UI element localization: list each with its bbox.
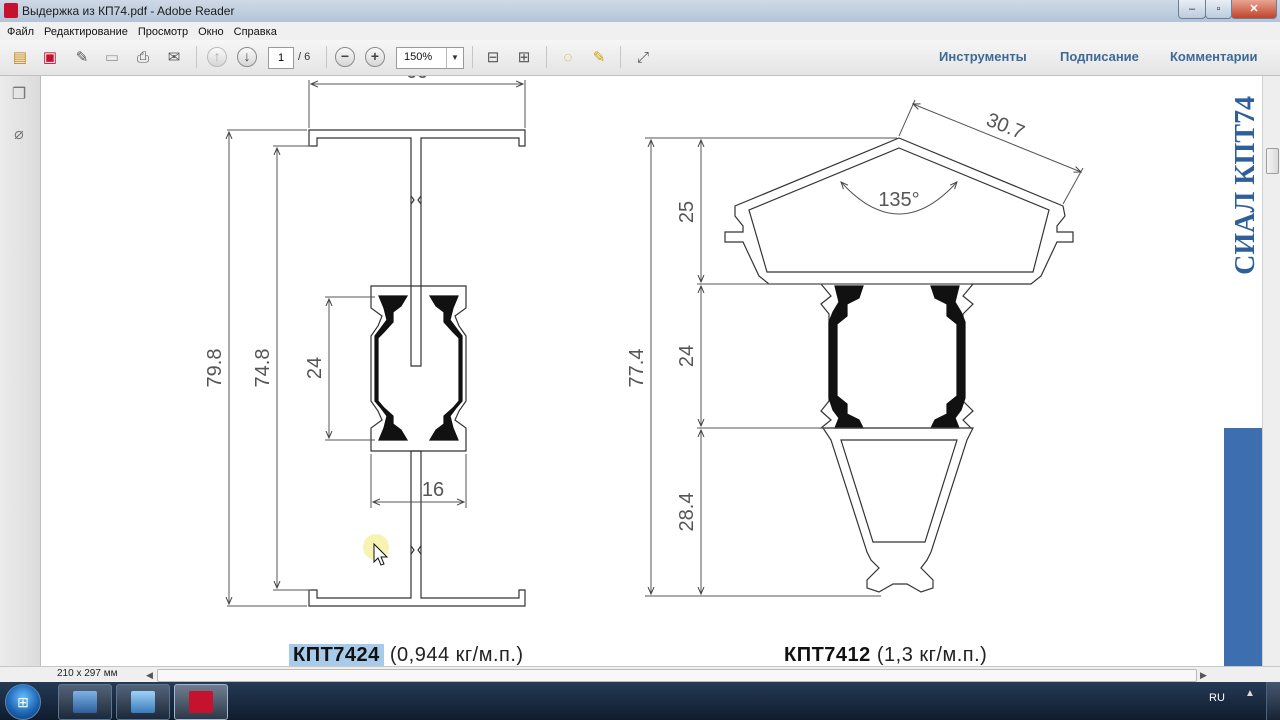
scroll-right-icon[interactable]: ▶ xyxy=(1200,667,1207,683)
show-desktop-button[interactable] xyxy=(1266,682,1280,720)
menu-window[interactable]: Окно xyxy=(193,23,229,41)
taskbar-app-adobe-reader[interactable] xyxy=(174,684,228,720)
attachments-icon[interactable]: ⌀ xyxy=(9,124,29,144)
profile-code: КПТ7412 xyxy=(784,644,871,666)
toolbar-separator xyxy=(472,46,473,68)
navigation-pane: ❐ ⌀ xyxy=(0,76,41,666)
document-viewport[interactable]: 79.8 74.8 24 16 60 77.4 25 24 28.4 30.7 … xyxy=(41,76,1262,666)
fit-page-icon[interactable]: ⊟ xyxy=(482,46,504,68)
pdf-page: 79.8 74.8 24 16 60 77.4 25 24 28.4 30.7 … xyxy=(41,76,1224,666)
edit-icon[interactable]: ✎ xyxy=(71,46,93,68)
highlight-icon[interactable]: ✎ xyxy=(588,46,610,68)
open-icon[interactable]: ▣ xyxy=(39,46,61,68)
toolbar-separator xyxy=(620,46,621,68)
menu-edit[interactable]: Редактирование xyxy=(39,23,133,41)
taskbar: ⊞ xyxy=(0,682,1280,720)
dim-135-deg: 135° xyxy=(878,189,919,211)
scroll-thumb[interactable] xyxy=(1266,148,1279,174)
title-bar: Выдержка из КП74.pdf - Adobe Reader – ▫ … xyxy=(0,0,1280,22)
dim-74-8: 74.8 xyxy=(252,349,274,388)
dim-28-4: 28.4 xyxy=(676,493,698,532)
page-size: 210 x 297 мм xyxy=(57,668,118,679)
fullscreen-icon[interactable]: ⤢ xyxy=(632,46,654,68)
close-button[interactable]: ✕ xyxy=(1231,0,1277,19)
fit-width-icon[interactable]: ⊞ xyxy=(513,46,535,68)
zoom-value: 150% xyxy=(404,51,433,63)
menu-view[interactable]: Просмотр xyxy=(133,23,193,41)
zoom-select[interactable]: 150% ▼ xyxy=(396,47,464,69)
profile-weight: (1,3 кг/м.п.) xyxy=(876,644,988,666)
save-icon[interactable]: ▭ xyxy=(101,46,123,68)
dim-24-right: 24 xyxy=(676,345,698,367)
toolbar-separator xyxy=(326,46,327,68)
scroll-left-icon[interactable]: ◀ xyxy=(146,667,153,683)
language-indicator[interactable]: RU xyxy=(1209,692,1225,704)
comment-icon[interactable]: ◌ xyxy=(557,46,579,68)
chevron-down-icon[interactable]: ▼ xyxy=(446,48,463,68)
dim-24-left: 24 xyxy=(304,357,326,379)
dim-25: 25 xyxy=(676,201,698,223)
toolbar-separator xyxy=(546,46,547,68)
menu-help[interactable]: Справка xyxy=(229,23,282,41)
caption-kpt7412: КПТ7412 (1,3 кг/м.п.) xyxy=(784,644,987,666)
page-side-strip: СИАЛ КПТ74 xyxy=(1224,76,1262,666)
next-page-icon[interactable]: ↓ xyxy=(236,46,258,68)
dim-79-8: 79.8 xyxy=(204,349,226,388)
minimize-button[interactable]: – xyxy=(1178,0,1206,19)
prev-page-icon[interactable]: ↑ xyxy=(206,46,228,68)
window-title: Выдержка из КП74.pdf - Adobe Reader xyxy=(22,4,235,18)
network-app-icon xyxy=(73,691,97,713)
page-total: / 6 xyxy=(298,51,311,63)
taskbar-app-screen[interactable] xyxy=(116,684,170,720)
email-icon[interactable]: ✉ xyxy=(163,46,185,68)
profile-code-selected[interactable]: КПТ7424 xyxy=(289,644,384,666)
maximize-button[interactable]: ▫ xyxy=(1205,0,1232,19)
screen-app-icon xyxy=(131,691,155,713)
vertical-scrollbar[interactable] xyxy=(1262,76,1280,666)
dim-60: 60 xyxy=(406,76,428,83)
menu-file[interactable]: Файл xyxy=(2,23,39,41)
dim-16: 16 xyxy=(422,479,444,501)
status-bar: 210 x 297 мм ◀ ▶ xyxy=(0,666,1280,683)
tray-expand-icon[interactable]: ▲ xyxy=(1245,688,1255,699)
dim-77-4: 77.4 xyxy=(626,349,648,388)
horizontal-scrollbar[interactable] xyxy=(157,669,1197,682)
create-pdf-icon[interactable]: ▤ xyxy=(9,46,31,68)
pages-icon[interactable]: ❐ xyxy=(9,84,29,104)
profile-weight: (0,944 кг/м.п.) xyxy=(389,644,524,666)
caption-kpt7424: КПТ7424 (0,944 кг/м.п.) xyxy=(289,644,524,666)
start-button[interactable]: ⊞ xyxy=(5,684,41,720)
technical-drawing: 79.8 74.8 24 16 60 77.4 25 24 28.4 30.7 … xyxy=(204,76,1084,607)
zoom-out-icon[interactable]: − xyxy=(334,46,356,68)
windows-logo-icon: ⊞ xyxy=(17,694,29,710)
side-text: СИАЛ КПТ74 xyxy=(1230,96,1261,275)
dim-30-7: 30.7 xyxy=(983,109,1027,144)
comments-panel-link[interactable]: Комментарии xyxy=(1170,49,1258,64)
page-number-input[interactable] xyxy=(268,47,294,69)
sign-panel-link[interactable]: Подписание xyxy=(1060,49,1139,64)
left-profile-shape xyxy=(308,129,526,607)
toolbar-separator xyxy=(196,46,197,68)
tools-panel-link[interactable]: Инструменты xyxy=(939,49,1027,64)
adobe-reader-taskbar-icon xyxy=(189,691,213,713)
adobe-reader-icon xyxy=(4,3,18,18)
zoom-in-icon[interactable]: + xyxy=(364,46,386,68)
taskbar-app-network[interactable] xyxy=(58,684,112,720)
print-icon[interactable]: ⎙ xyxy=(132,46,154,68)
menu-bar: Файл Редактирование Просмотр Окно Справка xyxy=(0,22,1280,40)
